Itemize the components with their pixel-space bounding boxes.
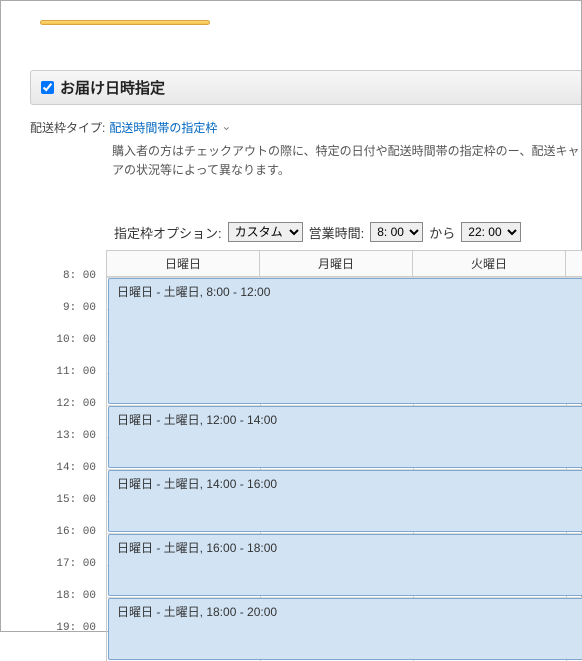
slot-18-20[interactable]: 日曜日 - 土曜日, 18:00 - 20:00	[108, 598, 582, 660]
slot-16-18[interactable]: 日曜日 - 土曜日, 16:00 - 18:00	[108, 534, 582, 596]
time-12: 12: 00	[30, 398, 106, 430]
time-8: 8: 00	[30, 270, 106, 302]
time-14: 14: 00	[30, 462, 106, 494]
time-18: 18: 00	[30, 590, 106, 622]
time-10: 10: 00	[30, 334, 106, 366]
time-13: 13: 00	[30, 430, 106, 462]
time-15: 15: 00	[30, 494, 106, 526]
slot-14-16[interactable]: 日曜日 - 土曜日, 14:00 - 16:00	[108, 470, 582, 532]
slot-8-12[interactable]: 日曜日 - 土曜日, 8:00 - 12:00	[108, 278, 582, 404]
slot-12-14[interactable]: 日曜日 - 土曜日, 12:00 - 14:00	[108, 406, 582, 468]
day-header-mon: 月曜日	[259, 250, 412, 277]
day-header-sun: 日曜日	[106, 250, 259, 277]
day-header-next	[565, 250, 582, 277]
calendar: 日曜日 月曜日 火曜日 8: 00 9: 00 10: 00 11: 00 12…	[30, 250, 582, 661]
day-header-tue: 火曜日	[412, 250, 565, 277]
time-19: 19: 00	[30, 622, 106, 654]
time-9: 9: 00	[30, 302, 106, 334]
time-16: 16: 00	[30, 526, 106, 558]
time-11: 11: 00	[30, 366, 106, 398]
time-17: 17: 00	[30, 558, 106, 590]
